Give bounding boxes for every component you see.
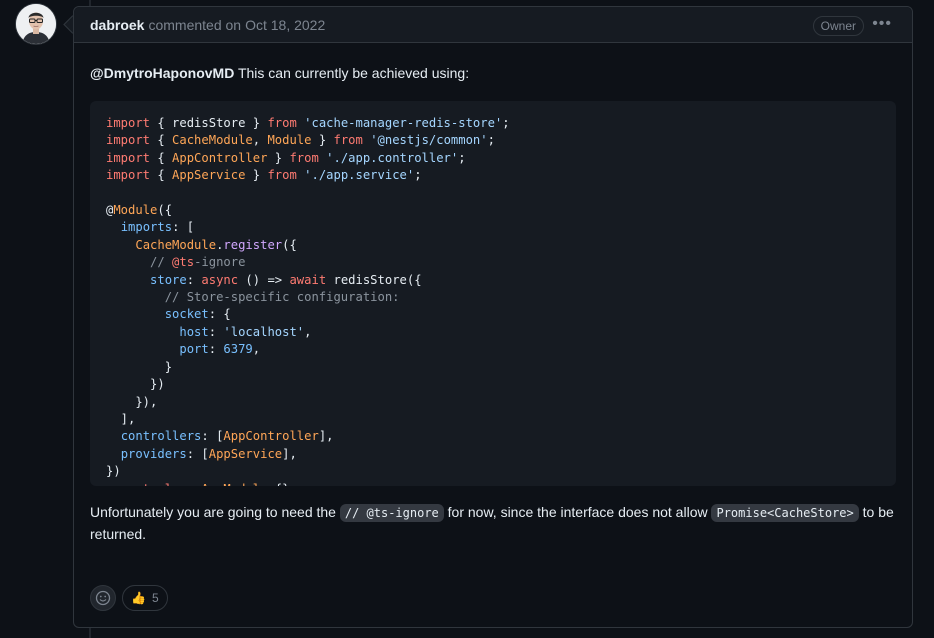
avatar[interactable] xyxy=(16,4,56,44)
avatar-image xyxy=(16,4,56,44)
code-block: import { redisStore } from 'cache-manage… xyxy=(90,101,896,486)
code-line: store: async () => await redisStore({ xyxy=(150,272,422,287)
code-line: providers: [AppService], xyxy=(120,446,297,461)
comment-date[interactable]: Oct 18, 2022 xyxy=(245,17,325,33)
intro-text: This can currently be achieved using: xyxy=(237,65,470,81)
code-line: }) xyxy=(106,464,121,479)
comment-header: dabroek commented on Oct 18, 2022 Owner … xyxy=(74,7,912,43)
code-line: host: 'localhost', xyxy=(179,324,312,339)
reaction-count: 5 xyxy=(151,591,159,605)
code-line: import { CacheModule, Module } from '@ne… xyxy=(106,133,495,148)
code-line: port: 6379, xyxy=(179,342,261,357)
code-line: ], xyxy=(106,411,136,426)
outro-text-1: Unfortunately you are going to need the xyxy=(90,504,336,520)
more-options-icon[interactable]: ••• xyxy=(872,16,892,32)
code-line: CacheModule.register({ xyxy=(135,237,297,252)
code-line: } xyxy=(106,359,173,374)
reactions-bar: 👍 5 xyxy=(90,585,168,611)
outro-paragraph: Unfortunately you are going to need the … xyxy=(90,502,896,545)
author-link[interactable]: dabroek xyxy=(90,17,144,33)
intro-paragraph: @DmytroHaponovMD This can currently be a… xyxy=(90,63,896,83)
add-reaction-button[interactable] xyxy=(90,585,116,611)
user-mention[interactable]: @DmytroHaponovMD xyxy=(90,65,234,81)
code-line: imports: [ xyxy=(120,220,195,235)
inline-code-ts-ignore: // @ts-ignore xyxy=(339,504,444,522)
thumbs-up-reaction[interactable]: 👍 5 xyxy=(122,585,168,611)
comment-box: dabroek commented on Oct 18, 2022 Owner … xyxy=(73,6,913,628)
code-line: @Module({ xyxy=(106,203,173,218)
code-line: }) xyxy=(106,377,165,392)
owner-badge: Owner xyxy=(812,16,864,36)
code-line: import { redisStore } from 'cache-manage… xyxy=(106,116,510,130)
code-line: import { AppService } from './app.servic… xyxy=(106,168,422,183)
code-line: }), xyxy=(106,394,158,409)
comment-body: @DmytroHaponovMD This can currently be a… xyxy=(74,63,912,545)
comment-action: commented on xyxy=(148,16,242,33)
code-line: // Store-specific configuration: xyxy=(164,290,400,305)
code-line: // @ts-ignore xyxy=(150,255,246,270)
code-line: export class AppModule {} xyxy=(106,482,289,486)
smiley-icon xyxy=(95,590,111,606)
code-line: controllers: [AppController], xyxy=(120,429,334,444)
code-line: import { AppController } from './app.con… xyxy=(106,150,466,165)
thumbs-up-icon: 👍 xyxy=(131,591,146,605)
code-line: socket: { xyxy=(164,307,231,322)
inline-code-promise: Promise<CacheStore> xyxy=(711,504,859,522)
outro-text-2: for now, since the interface does not al… xyxy=(447,504,708,520)
